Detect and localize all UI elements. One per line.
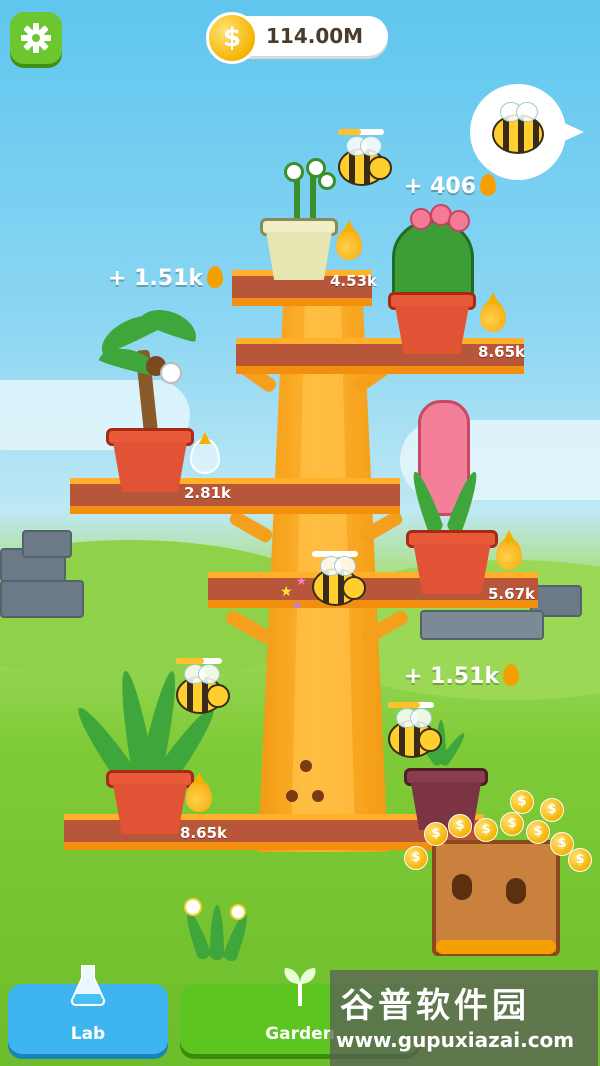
cactus-flower	[410, 208, 432, 230]
plant-pot-cannabis[interactable]	[404, 768, 488, 830]
honey-drip	[436, 940, 556, 954]
grass-tuft	[210, 905, 224, 960]
ruin-stone	[420, 610, 544, 640]
hive-hole	[452, 874, 472, 900]
coin-icon: $	[500, 812, 524, 836]
coin-balance: $ 114.00M	[206, 12, 388, 64]
daisy-decor	[184, 898, 202, 916]
nectar-drop-icon[interactable]	[336, 220, 362, 260]
coin-icon: $	[568, 848, 592, 872]
plant-rate: 8.65k	[478, 343, 525, 361]
watermark-title: 谷普软件园	[340, 986, 530, 1026]
plant-pot-palm[interactable]	[106, 428, 194, 492]
bee-progress-bar	[388, 702, 434, 708]
cactus-flower	[448, 210, 470, 232]
trunk-hole	[300, 760, 312, 772]
nectar-drop-icon[interactable]	[496, 530, 522, 570]
nectar-drop-icon	[503, 664, 520, 686]
bee-hint-bubble[interactable]	[470, 84, 584, 180]
plant-rate: 2.81k	[184, 484, 231, 502]
settings-button[interactable]	[10, 12, 62, 64]
watermark-url: www.gupuxiazai.com	[336, 1028, 575, 1052]
bee-progress-bar	[176, 658, 222, 664]
bee-icon[interactable]	[176, 664, 230, 714]
plant-pot-cactus[interactable]	[388, 292, 476, 354]
nectar-drop-icon[interactable]	[480, 292, 506, 332]
gain-label: + 1.51k	[404, 664, 520, 689]
coin-icon: $	[424, 822, 448, 846]
hive-hole	[506, 878, 526, 904]
lab-button[interactable]: Lab	[8, 965, 168, 1054]
coin-amount: 114.00M	[266, 24, 364, 48]
gain-label: + 1.51k	[108, 266, 224, 291]
honey-hive-chest[interactable]	[432, 840, 560, 956]
nectar-drop-icon	[207, 266, 224, 288]
sparkle-icon: ★	[292, 598, 303, 612]
coin-icon: $	[526, 820, 550, 844]
trunk-hole	[286, 790, 298, 802]
branch	[227, 509, 275, 545]
coin-icon: $	[510, 790, 534, 814]
nectar-drop-icon[interactable]	[186, 772, 212, 812]
coconut	[160, 362, 182, 384]
ruin-stone	[22, 530, 72, 558]
watermark: 谷普软件园 www.gupuxiazai.com	[330, 970, 598, 1066]
gain-label: + 406	[404, 174, 497, 199]
plant-pot-daisy[interactable]	[260, 218, 338, 280]
plant-rate: 8.65k	[180, 824, 227, 842]
bee-progress-bar	[338, 129, 384, 135]
sparkle-icon: ★	[296, 574, 307, 588]
coin-icon: $	[448, 814, 472, 838]
plant-rate: 5.67k	[488, 585, 535, 603]
coin-icon: $	[474, 818, 498, 842]
plant-pot-hyacinth[interactable]	[406, 530, 498, 594]
game-scene: $ 114.00M 4.53k 8.65k + 406 2.81k + 1.51…	[0, 0, 600, 1066]
lab-label: Lab	[70, 1024, 106, 1044]
palm-leaf	[138, 302, 202, 344]
garden-label: Garden	[265, 1024, 335, 1044]
daisy-bloom	[284, 162, 304, 182]
trunk-hole	[312, 790, 324, 802]
bee-icon	[492, 102, 544, 154]
coin-icon: $	[404, 846, 428, 870]
sprout-icon	[284, 968, 316, 1006]
nectar-drop-icon	[480, 174, 497, 196]
bee-icon[interactable]	[312, 556, 366, 606]
bee-icon[interactable]	[388, 708, 442, 758]
sparkle-icon: ★	[280, 584, 293, 600]
plant-rate: 4.53k	[330, 272, 377, 290]
nectar-drop-icon[interactable]	[190, 432, 220, 474]
bee-icon[interactable]	[338, 136, 392, 186]
daisy-decor	[230, 904, 246, 920]
coin-icon: $	[540, 798, 564, 822]
ruin-stone	[0, 580, 84, 618]
gear-icon	[21, 23, 51, 53]
flask-icon	[70, 965, 106, 1006]
grass-tuft	[181, 909, 213, 961]
coin-icon: $	[206, 12, 258, 64]
daisy-bloom	[318, 172, 336, 190]
